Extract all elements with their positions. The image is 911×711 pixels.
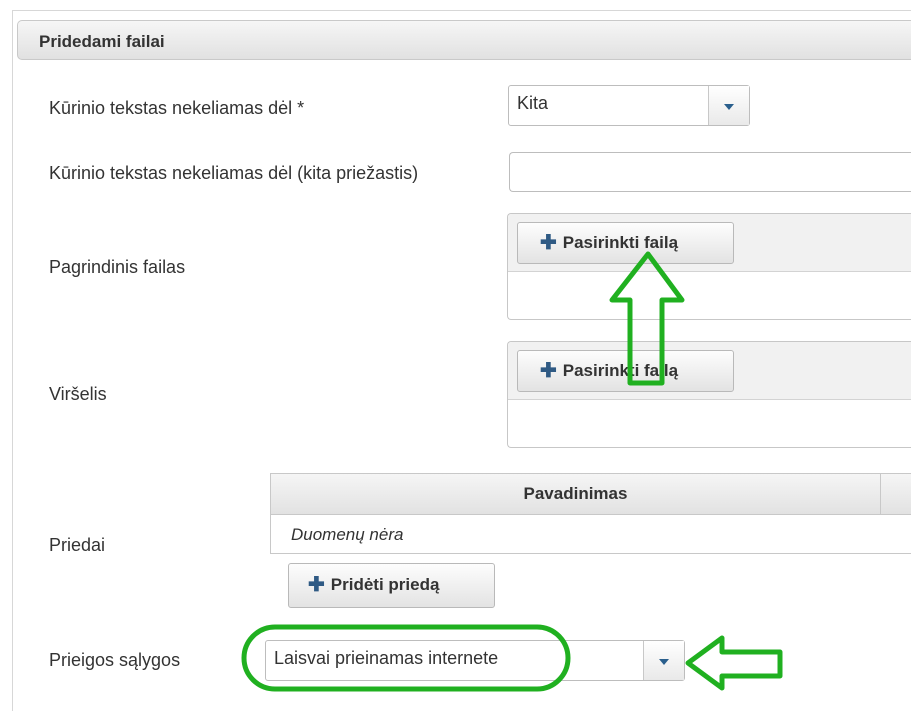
- main-file-label: Pagrindinis failas: [49, 257, 186, 277]
- access-label: Prieigos sąlygos: [49, 650, 181, 670]
- reason-select-value: Kita: [517, 93, 549, 113]
- plus-icon: ✚: [540, 360, 557, 382]
- add-attachment-label: Pridėti priedą: [330, 575, 440, 594]
- add-attachment-button[interactable]: ✚ Pridėti priedą: [288, 563, 495, 608]
- cover-choose-button[interactable]: ✚ Pasirinkti failą: [517, 350, 734, 392]
- attachments-table-header: Pavadinimas: [271, 474, 911, 515]
- reason-dropdown-button[interactable]: [708, 86, 749, 125]
- plus-icon: ✚: [540, 232, 557, 254]
- main-file-upload: ✚ Pasirinkti failą: [507, 213, 911, 320]
- cover-upload: ✚ Pasirinkti failą: [507, 341, 911, 448]
- attachments-label: Priedai: [49, 535, 106, 555]
- reason-other-input[interactable]: [509, 152, 911, 192]
- cover-label: Viršelis: [49, 384, 107, 404]
- panel-header: Pridedami failai: [17, 20, 911, 60]
- attachments-empty-message: Duomenų nėra: [291, 525, 404, 544]
- attachments-table: Pavadinimas Duomenų nėra: [270, 473, 911, 554]
- access-select-value: Laisvai prieinamas internete: [274, 648, 499, 668]
- chevron-down-icon: [724, 103, 734, 110]
- main-file-choose-button[interactable]: ✚ Pasirinkti failą: [517, 222, 734, 264]
- reason-label: Kūrinio tekstas nekeliamas dėl *: [49, 98, 305, 118]
- column-header-name[interactable]: Pavadinimas: [271, 474, 881, 514]
- access-dropdown-button[interactable]: [643, 641, 684, 680]
- main-file-choose-label: Pasirinkti failą: [562, 233, 679, 252]
- reason-other-label: Kūrinio tekstas nekeliamas dėl (kita pri…: [49, 163, 419, 183]
- access-select[interactable]: Laisvai prieinamas internete: [265, 640, 685, 681]
- cover-choose-label: Pasirinkti failą: [562, 361, 679, 380]
- chevron-down-icon: [659, 658, 669, 665]
- plus-icon: ✚: [308, 574, 325, 596]
- reason-select[interactable]: Kita: [508, 85, 750, 126]
- panel-title: Pridedami failai: [39, 32, 165, 51]
